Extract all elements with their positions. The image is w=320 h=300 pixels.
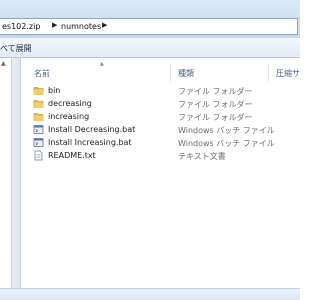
file-name: Install Decreasing.bat <box>48 125 136 134</box>
file-name: decreasing <box>48 99 92 108</box>
file-row[interactable]: increasing ファイル フォルダー <box>32 111 300 124</box>
file-type: テキスト文書 <box>178 152 226 161</box>
sort-ascending-icon: ▲ <box>100 61 104 67</box>
scroll-up-arrow-icon[interactable]: ▲ <box>1 60 6 67</box>
details-pane <box>0 288 300 300</box>
column-header-type[interactable]: 種類 <box>178 68 194 79</box>
breadcrumb-chevron-icon[interactable]: ▶ <box>102 21 107 29</box>
window-chrome: es102.zip ▶ numnotes ▶ <box>0 0 300 38</box>
breadcrumb-zip[interactable]: es102.zip <box>2 22 40 31</box>
batch-file-icon <box>33 137 44 148</box>
file-name: bin <box>48 86 61 95</box>
navigation-pane[interactable]: ▲ <box>0 58 11 288</box>
folder-icon <box>33 111 44 122</box>
pane-splitter[interactable] <box>11 58 21 288</box>
file-name: Install Increasing.bat <box>48 138 132 147</box>
file-type: Windows バッチ ファイル <box>178 126 275 135</box>
file-name: README.txt <box>48 151 96 160</box>
column-divider[interactable] <box>170 64 171 82</box>
column-header-size[interactable]: 圧縮サ <box>276 68 300 79</box>
file-type: Windows バッチ ファイル <box>178 139 275 148</box>
breadcrumb-chevron-icon[interactable]: ▶ <box>52 21 57 29</box>
breadcrumb-numnotes[interactable]: numnotes <box>61 22 101 31</box>
file-row[interactable]: bin ファイル フォルダー <box>32 85 300 98</box>
file-row[interactable]: Install Decreasing.bat Windows バッチ ファイル <box>32 124 300 137</box>
address-bar[interactable]: es102.zip ▶ numnotes ▶ <box>0 18 298 35</box>
file-name: increasing <box>48 112 90 121</box>
folder-icon <box>33 98 44 109</box>
extract-all-button[interactable]: べて展開 <box>0 43 32 54</box>
batch-file-icon <box>33 124 44 135</box>
file-row[interactable]: decreasing ファイル フォルダー <box>32 98 300 111</box>
file-type: ファイル フォルダー <box>178 113 253 122</box>
column-header-name[interactable]: 名前 <box>34 68 50 79</box>
toolbar: べて展開 <box>0 38 300 58</box>
column-divider[interactable] <box>268 64 269 82</box>
folder-icon <box>33 85 44 96</box>
file-list: ▲ 名前 種類 圧縮サ bin ファイル フォルダー decreasing ファ… <box>22 58 300 288</box>
file-row[interactable]: Install Increasing.bat Windows バッチ ファイル <box>32 137 300 150</box>
file-row[interactable]: README.txt テキスト文書 <box>32 150 300 163</box>
file-type: ファイル フォルダー <box>178 87 253 96</box>
text-file-icon <box>33 150 44 161</box>
file-type: ファイル フォルダー <box>178 100 253 109</box>
